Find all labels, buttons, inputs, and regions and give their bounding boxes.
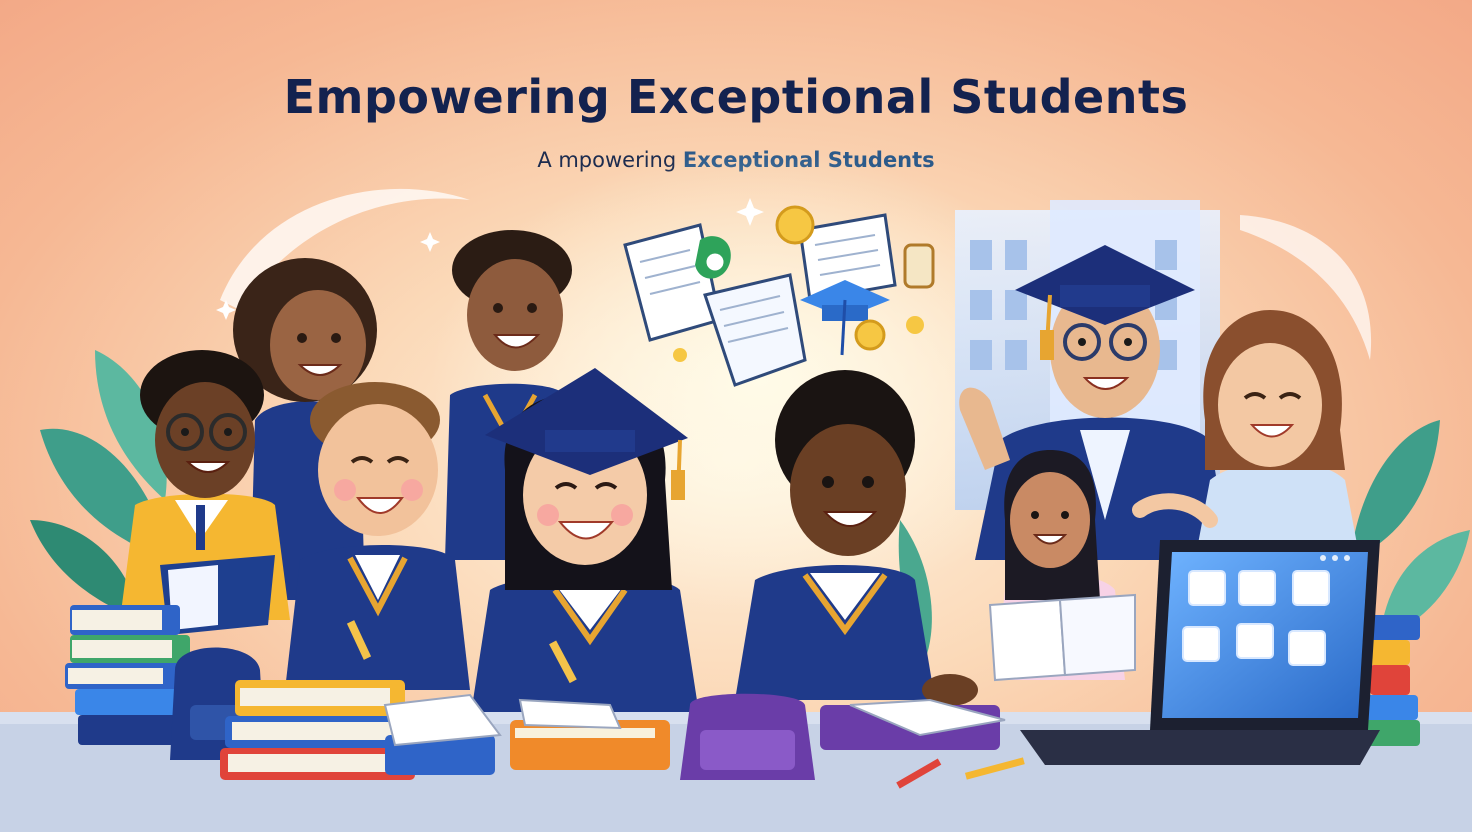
laptop-app-tile xyxy=(1294,572,1328,604)
laptop-app-tile xyxy=(1190,572,1224,604)
laptop-app-tile xyxy=(1240,572,1274,604)
book-stack-left xyxy=(65,605,190,745)
laptop-app-tile xyxy=(1238,625,1272,657)
laptop-app-tile xyxy=(1184,628,1218,660)
laptop-app-tile xyxy=(1290,632,1324,664)
illustration-scene: Empowering Exceptional Students A mpower… xyxy=(0,0,1472,832)
artwork xyxy=(0,150,1472,832)
